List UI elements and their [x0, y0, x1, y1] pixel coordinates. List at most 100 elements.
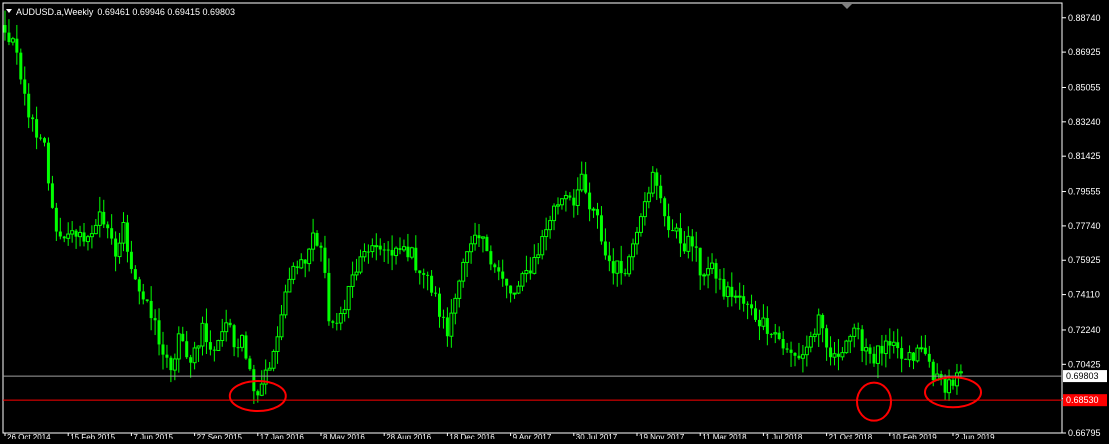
- candle-body: [473, 234, 478, 245]
- chart-shift-marker-icon[interactable]: [842, 4, 852, 9]
- candle-body: [750, 304, 754, 309]
- candle-body: [125, 222, 129, 252]
- candle-body: [331, 321, 335, 323]
- candle-body: [642, 201, 647, 218]
- candle-body: [275, 336, 280, 352]
- candle-body: [35, 119, 39, 138]
- candle-body: [868, 347, 872, 354]
- candle-body: [623, 273, 627, 275]
- candle-body: [133, 269, 137, 280]
- candle-body: [279, 314, 284, 338]
- x-tick-label: 15 Feb 2015: [70, 433, 115, 439]
- candle-body: [208, 342, 212, 350]
- x-axis: 26 Oct 2014 15 Feb 2015 7 Jun 2015 27 Sep 2…: [4, 433, 995, 442]
- candle-body: [872, 353, 876, 364]
- candle-body: [121, 221, 126, 244]
- candle-body: [947, 379, 952, 394]
- candle-body: [556, 204, 560, 207]
- candle-body: [248, 358, 252, 370]
- candle-body: [224, 322, 229, 333]
- candle-body: [7, 32, 11, 43]
- candle-body: [315, 233, 319, 246]
- candle-body: [808, 336, 813, 348]
- candle-body: [10, 38, 15, 43]
- candle-body: [430, 275, 434, 293]
- candle-body: [418, 270, 422, 274]
- candle-body: [627, 256, 632, 275]
- dropdown-triangle-icon[interactable]: [6, 9, 12, 13]
- candle-body: [923, 347, 927, 354]
- candle-body: [505, 278, 509, 286]
- candle-body: [335, 322, 339, 324]
- x-tick-label: 30 Jul 2017: [576, 433, 618, 439]
- candle-body: [212, 349, 216, 351]
- y-tick-label: 0.72240: [1068, 325, 1101, 335]
- candle-body: [793, 352, 797, 356]
- candle-body: [682, 243, 686, 252]
- candle-body: [358, 256, 363, 273]
- candle-body: [603, 241, 607, 256]
- candle-body: [192, 347, 197, 364]
- candle-body: [789, 349, 793, 353]
- candle-body: [169, 357, 173, 371]
- candle-body: [307, 248, 312, 265]
- candle-body: [718, 278, 722, 280]
- candle-body: [579, 173, 584, 191]
- candle-body: [611, 261, 615, 274]
- candle-body: [844, 340, 849, 354]
- candle-body: [477, 235, 481, 239]
- candle-body: [563, 195, 568, 200]
- candle-body: [733, 295, 738, 298]
- y-tick-label: 0.83240: [1068, 117, 1101, 127]
- candle-body: [520, 273, 525, 287]
- candle-body: [730, 286, 734, 297]
- candle-body: [161, 344, 165, 355]
- candle-body: [812, 333, 817, 338]
- candle-body: [702, 274, 707, 277]
- candle-body: [189, 357, 193, 363]
- candle-body: [323, 247, 327, 273]
- candle-body: [832, 353, 837, 358]
- candle-body: [690, 236, 694, 247]
- candle-body: [804, 346, 809, 356]
- candle-body: [864, 346, 869, 352]
- candle-body: [299, 259, 304, 269]
- candle-body: [588, 192, 592, 210]
- candle-body: [58, 231, 62, 237]
- candle-body: [785, 348, 789, 350]
- candle-body: [354, 271, 359, 276]
- chart-canvas: 0.88740 0.86925 0.85055 0.83240 0.81425 0.795…: [2, 2, 1107, 442]
- y-tick-label: 0.74110: [1068, 290, 1100, 300]
- candle-body: [145, 299, 149, 301]
- candle-body: [445, 317, 449, 337]
- candle-body: [303, 259, 307, 264]
- candle-body: [512, 292, 517, 295]
- candle-body: [97, 211, 102, 226]
- candle-body: [185, 341, 189, 358]
- candle-body: [453, 297, 458, 314]
- chart-header: AUDUSD.a,Weekly 0.69461 0.69946 0.69415 0…: [6, 7, 235, 17]
- candle-body: [907, 352, 912, 361]
- level-price-badge: 0.68530: [1063, 394, 1107, 407]
- candle-body: [816, 314, 821, 335]
- candle-body: [283, 291, 288, 316]
- candle-body: [319, 245, 323, 248]
- candle-body: [912, 352, 915, 361]
- candle-body: [438, 293, 441, 317]
- candle-body: [596, 209, 599, 216]
- candle-body: [856, 328, 860, 330]
- candle-body: [722, 279, 726, 297]
- candle-body: [89, 233, 94, 238]
- candle-body: [800, 354, 805, 359]
- candle-body: [575, 189, 580, 206]
- candle-body: [15, 38, 19, 53]
- candle-body: [311, 232, 316, 250]
- candle-body: [540, 236, 545, 256]
- x-tick-label: 2 Jun 2019: [955, 433, 995, 439]
- candle-body: [746, 303, 750, 305]
- price-chart[interactable]: 0.88740 0.86925 0.85055 0.83240 0.81425 0.795…: [0, 0, 1109, 442]
- candle-body: [584, 174, 588, 193]
- candle-body: [350, 274, 355, 287]
- candle-body: [457, 280, 462, 299]
- y-tick-label: 0.75925: [1068, 255, 1101, 265]
